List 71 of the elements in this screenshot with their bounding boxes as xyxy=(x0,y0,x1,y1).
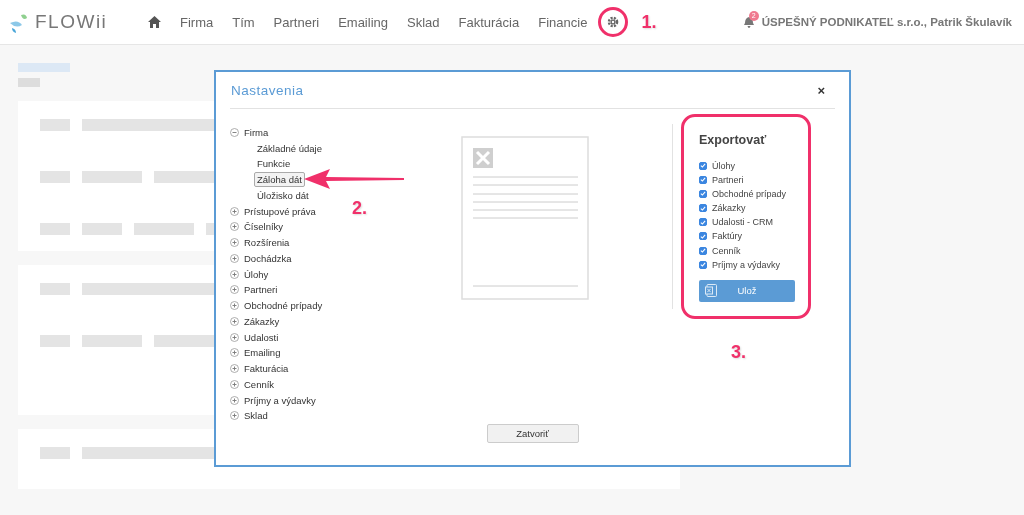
tree-item[interactable]: Číselníky xyxy=(244,221,284,233)
step-number: 1. xyxy=(641,11,657,33)
nav-link[interactable]: Sklad xyxy=(407,14,440,30)
nav-link[interactable]: Fakturácia xyxy=(458,14,520,30)
tree-item[interactable]: Úložisko dát xyxy=(254,187,312,203)
checkbox[interactable] xyxy=(699,260,707,269)
dialog-title: Nastavenia xyxy=(230,82,304,98)
expand-icon[interactable] xyxy=(230,206,239,216)
checkbox[interactable] xyxy=(699,204,707,213)
checkbox-label: Úlohy xyxy=(712,160,735,171)
tree-item[interactable]: Emailing xyxy=(244,347,281,359)
tree-item[interactable]: Firma xyxy=(244,126,269,138)
tree-item[interactable]: Príjmy a výdavky xyxy=(244,394,316,406)
nav-link[interactable]: Emailing xyxy=(338,14,388,30)
tree-item[interactable]: Úlohy xyxy=(244,268,269,280)
expand-icon[interactable] xyxy=(230,301,239,311)
checkbox[interactable] xyxy=(699,246,707,255)
tree-item[interactable]: Prístupové práva xyxy=(244,205,316,217)
tree-item[interactable]: Partneri xyxy=(244,284,278,296)
checkbox-label: Udalosti - CRM xyxy=(712,217,773,228)
checkbox[interactable] xyxy=(699,161,707,170)
tree-item[interactable]: Záloha dát xyxy=(254,172,305,188)
checkbox[interactable] xyxy=(699,232,707,241)
expand-icon[interactable] xyxy=(230,253,239,263)
expand-icon[interactable] xyxy=(230,269,239,279)
export-title: Exportovať xyxy=(699,133,768,148)
step-number: 3. xyxy=(731,342,746,364)
nav-link[interactable]: Firma xyxy=(180,14,214,30)
checkbox-label: Príjmy a výdavky xyxy=(712,259,780,270)
home-icon[interactable] xyxy=(148,16,161,28)
close-button[interactable]: × xyxy=(807,82,835,98)
nav-link[interactable]: Tím xyxy=(232,14,255,30)
checkbox-label: Zákazky xyxy=(712,203,746,214)
tree-item[interactable]: Rozšírenia xyxy=(244,237,290,249)
checkbox-label: Faktúry xyxy=(712,231,742,242)
expand-icon[interactable] xyxy=(230,238,239,248)
tree-item[interactable]: Udalosti xyxy=(244,331,279,343)
gear-icon xyxy=(607,16,620,28)
expand-icon[interactable] xyxy=(230,348,239,358)
logo-icon xyxy=(8,11,30,33)
tree-item[interactable]: Sklad xyxy=(244,410,268,422)
expand-icon[interactable] xyxy=(230,395,239,405)
tree-item[interactable]: Cenník xyxy=(244,378,275,390)
expand-icon[interactable] xyxy=(230,364,239,374)
checkbox-label: Cenník xyxy=(712,245,741,256)
tree-item[interactable]: Funkcie xyxy=(254,156,294,172)
nav-link[interactable]: Partneri xyxy=(273,14,320,30)
settings-button[interactable] xyxy=(598,7,629,37)
checkbox[interactable] xyxy=(699,175,707,184)
checkbox-label: Obchodné prípady xyxy=(712,188,787,199)
tree-item[interactable]: Dochádzka xyxy=(244,252,292,264)
spreadsheet-icon xyxy=(705,284,717,298)
checkbox-label: Partneri xyxy=(712,174,744,185)
tree-item[interactable]: Obchodné prípady xyxy=(244,300,323,312)
tree-item[interactable]: Zákazky xyxy=(244,315,280,327)
expand-icon[interactable] xyxy=(230,316,239,326)
close-button[interactable]: Zatvoriť xyxy=(486,423,579,443)
tree-item[interactable]: Základné údaje xyxy=(254,140,325,156)
nav-link[interactable]: Financie xyxy=(538,14,588,30)
logo-text: FLOWii xyxy=(35,11,108,33)
expand-icon[interactable] xyxy=(230,285,239,295)
checkbox[interactable] xyxy=(699,218,707,227)
expand-icon[interactable] xyxy=(230,411,239,421)
account-name[interactable]: ÚSPEŠNÝ PODNIKATEĽ s.r.o., Patrik Škulavík xyxy=(761,16,1012,28)
expand-icon[interactable] xyxy=(230,222,239,232)
expand-icon[interactable] xyxy=(230,332,239,342)
expand-icon[interactable] xyxy=(230,379,239,389)
tree-item[interactable]: Fakturácia xyxy=(244,363,289,375)
step-number: 2. xyxy=(352,198,367,219)
checkbox[interactable] xyxy=(699,189,707,198)
collapse-icon[interactable] xyxy=(230,127,239,137)
